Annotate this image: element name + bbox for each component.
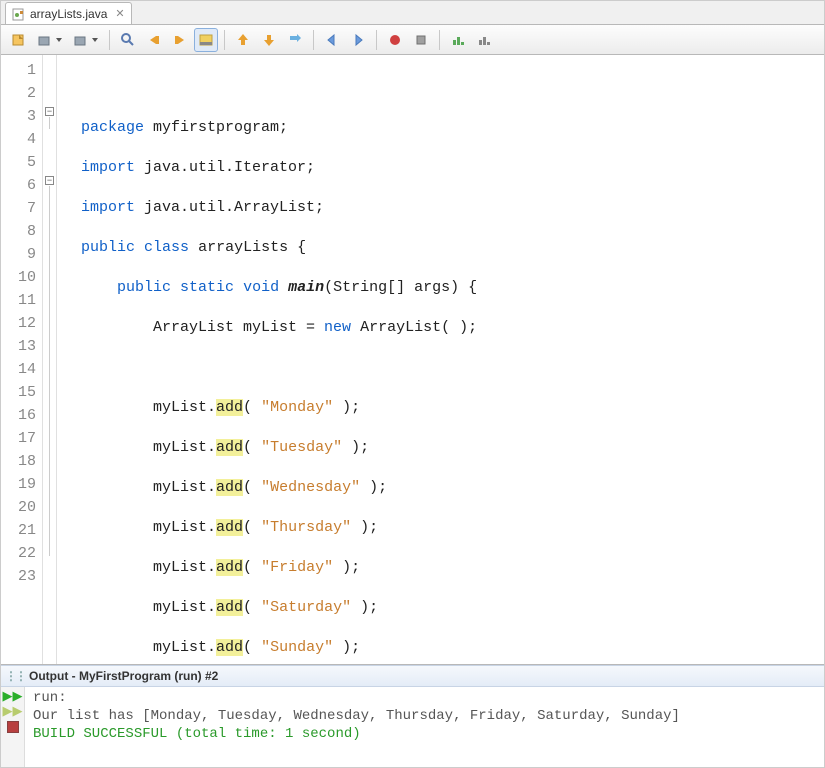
dropdown-caret-icon: [92, 38, 98, 42]
code-line: myList.add( "Saturday" );: [63, 596, 824, 619]
code-line: ArrayList myList = new ArrayList( );: [63, 316, 824, 339]
code-line: public class arrayLists {: [63, 236, 824, 259]
line-number: 5: [1, 151, 42, 174]
toolbar-separator: [109, 30, 110, 50]
line-number: 11: [1, 289, 42, 312]
line-number: 1: [1, 59, 42, 82]
fold-toggle-icon[interactable]: −: [45, 176, 54, 185]
line-number: 18: [1, 450, 42, 473]
line-number: 21: [1, 519, 42, 542]
output-build-status: BUILD SUCCESSFUL (total time: 1 second): [33, 725, 816, 743]
code-area[interactable]: package myfirstprogram; import java.util…: [57, 55, 824, 664]
line-number: 17: [1, 427, 42, 450]
dropdown-caret-icon: [56, 38, 62, 42]
line-number: 22: [1, 542, 42, 565]
stop-macro-btn[interactable]: [409, 28, 433, 52]
code-line: [63, 76, 824, 99]
toolbar-separator: [224, 30, 225, 50]
line-number: 23: [1, 565, 42, 588]
java-file-icon: [12, 7, 26, 21]
output-text[interactable]: run: Our list has [Monday, Tuesday, Wedn…: [25, 687, 824, 767]
line-number: 9: [1, 243, 42, 266]
shift-line-btn[interactable]: [283, 28, 307, 52]
run-icon[interactable]: ▶▶: [3, 689, 23, 702]
file-tab[interactable]: arrayLists.java ✕: [5, 2, 132, 24]
find-btn[interactable]: [116, 28, 140, 52]
file-tab-label: arrayLists.java: [30, 7, 107, 21]
line-number: 15: [1, 381, 42, 404]
output-gutter: ▶▶ ▶▶: [1, 687, 25, 767]
shift-down-btn[interactable]: [257, 28, 281, 52]
code-line: myList.add( "Friday" );: [63, 556, 824, 579]
code-editor[interactable]: 1 2 3 4 5 6 7 8 9 10 11 12 13 14 15 16 1…: [1, 55, 824, 665]
line-number: 16: [1, 404, 42, 427]
output-line: Our list has [Monday, Tuesday, Wednesday…: [33, 707, 816, 725]
toolbar-separator: [439, 30, 440, 50]
prev-nav-btn[interactable]: [320, 28, 344, 52]
code-line: myList.add( "Monday" );: [63, 396, 824, 419]
source-btn[interactable]: [7, 28, 31, 52]
code-line: public static void main(String[] args) {: [63, 276, 824, 299]
toggle-highlight-btn[interactable]: [194, 28, 218, 52]
next-nav-btn[interactable]: [346, 28, 370, 52]
line-number: 8: [1, 220, 42, 243]
toolbar-separator: [376, 30, 377, 50]
shift-up-btn[interactable]: [231, 28, 255, 52]
output-panel-header[interactable]: ⋮⋮ Output - MyFirstProgram (run) #2: [1, 665, 824, 687]
fold-toggle-icon[interactable]: −: [45, 107, 54, 116]
line-number: 4: [1, 128, 42, 151]
line-number: 20: [1, 496, 42, 519]
output-title: Output - MyFirstProgram (run) #2: [29, 669, 218, 683]
stop-icon[interactable]: [7, 721, 19, 733]
editor-toolbar: [1, 25, 824, 55]
line-number-gutter: 1 2 3 4 5 6 7 8 9 10 11 12 13 14 15 16 1…: [1, 55, 43, 664]
line-number: 10: [1, 266, 42, 289]
line-number: 14: [1, 358, 42, 381]
close-tab-icon[interactable]: ✕: [115, 7, 124, 20]
code-line: [63, 356, 824, 379]
code-line: myList.add( "Tuesday" );: [63, 436, 824, 459]
rerun-icon[interactable]: ▶▶: [3, 704, 23, 717]
profile2-btn[interactable]: [472, 28, 496, 52]
fold-guide: [49, 186, 50, 556]
code-line: myList.add( "Thursday" );: [63, 516, 824, 539]
panel-grip-icon: ⋮⋮: [5, 669, 25, 683]
line-number: 6: [1, 174, 42, 197]
next-bookmark-btn[interactable]: [168, 28, 192, 52]
code-line: package myfirstprogram;: [63, 116, 824, 139]
fold-strip: − −: [43, 55, 57, 664]
output-panel: ▶▶ ▶▶ run: Our list has [Monday, Tuesday…: [1, 687, 824, 767]
code-line: myList.add( "Wednesday" );: [63, 476, 824, 499]
line-number: 13: [1, 335, 42, 358]
line-number: 2: [1, 82, 42, 105]
line-number: 7: [1, 197, 42, 220]
line-number: 3: [1, 105, 42, 128]
code-line: import java.util.Iterator;: [63, 156, 824, 179]
fold-guide: [49, 117, 50, 129]
back-history-btn[interactable]: [33, 28, 57, 52]
toolbar-separator: [313, 30, 314, 50]
record-macro-btn[interactable]: [383, 28, 407, 52]
code-line: myList.add( "Sunday" );: [63, 636, 824, 659]
code-line: import java.util.ArrayList;: [63, 196, 824, 219]
fwd-history-btn[interactable]: [69, 28, 93, 52]
line-number: 19: [1, 473, 42, 496]
profile-btn[interactable]: [446, 28, 470, 52]
prev-bookmark-btn[interactable]: [142, 28, 166, 52]
line-number: 12: [1, 312, 42, 335]
file-tab-bar: arrayLists.java ✕: [1, 1, 824, 25]
output-line: run:: [33, 689, 816, 707]
